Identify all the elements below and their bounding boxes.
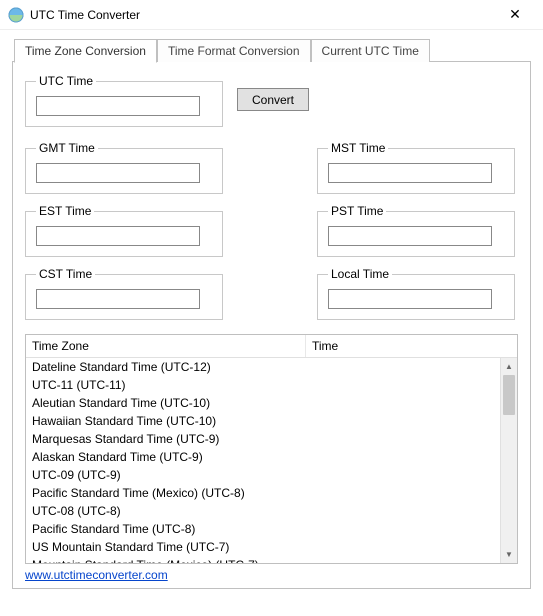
utc-time-label: UTC Time: [36, 74, 96, 88]
table-row[interactable]: Dateline Standard Time (UTC-12): [26, 358, 500, 376]
cell-time: [306, 448, 500, 466]
tab-current-utc-time[interactable]: Current UTC Time: [311, 39, 430, 62]
local-time-label: Local Time: [328, 267, 392, 281]
window-title: UTC Time Converter: [30, 8, 495, 22]
table-row[interactable]: Mountain Standard Time (Mexico) (UTC-7): [26, 556, 500, 563]
pst-time-group: PST Time: [317, 204, 515, 257]
cell-time: [306, 376, 500, 394]
cell-timezone: Aleutian Standard Time (UTC-10): [26, 394, 306, 412]
vertical-scrollbar[interactable]: ▲ ▼: [500, 358, 517, 563]
utc-time-group: UTC Time: [25, 74, 223, 127]
cell-time: [306, 394, 500, 412]
cell-timezone: Mountain Standard Time (Mexico) (UTC-7): [26, 556, 306, 563]
mst-time-label: MST Time: [328, 141, 388, 155]
cell-timezone: UTC-11 (UTC-11): [26, 376, 306, 394]
cell-timezone: Pacific Standard Time (Mexico) (UTC-8): [26, 484, 306, 502]
cell-timezone: Marquesas Standard Time (UTC-9): [26, 430, 306, 448]
gmt-time-label: GMT Time: [36, 141, 98, 155]
scroll-up-button[interactable]: ▲: [501, 358, 517, 375]
table-row[interactable]: UTC-09 (UTC-9): [26, 466, 500, 484]
tab-bar: Time Zone Conversion Time Format Convers…: [14, 38, 531, 62]
tab-time-format-conversion[interactable]: Time Format Conversion: [157, 39, 311, 62]
cell-time: [306, 484, 500, 502]
utc-time-input[interactable]: [36, 96, 200, 116]
table-row[interactable]: Hawaiian Standard Time (UTC-10): [26, 412, 500, 430]
timezone-listview[interactable]: Time Zone Time Dateline Standard Time (U…: [25, 334, 518, 564]
table-row[interactable]: UTC-08 (UTC-8): [26, 502, 500, 520]
convert-button[interactable]: Convert: [237, 88, 309, 111]
scroll-down-button[interactable]: ▼: [501, 546, 517, 563]
mst-time-input[interactable]: [328, 163, 492, 183]
close-button[interactable]: ✕: [495, 6, 535, 23]
table-row[interactable]: UTC-11 (UTC-11): [26, 376, 500, 394]
est-time-label: EST Time: [36, 204, 94, 218]
table-row[interactable]: Pacific Standard Time (Mexico) (UTC-8): [26, 484, 500, 502]
gmt-time-group: GMT Time: [25, 141, 223, 194]
cell-time: [306, 538, 500, 556]
table-row[interactable]: Pacific Standard Time (UTC-8): [26, 520, 500, 538]
cell-time: [306, 430, 500, 448]
cst-time-input[interactable]: [36, 289, 200, 309]
cell-time: [306, 412, 500, 430]
column-header-time[interactable]: Time: [306, 335, 517, 357]
column-header-timezone[interactable]: Time Zone: [26, 335, 306, 357]
tab-panel: UTC Time Convert GMT Time MST Time EST T…: [12, 61, 531, 589]
tab-time-zone-conversion[interactable]: Time Zone Conversion: [14, 39, 157, 63]
listview-body: Dateline Standard Time (UTC-12)UTC-11 (U…: [26, 358, 500, 563]
app-icon: [8, 7, 24, 23]
cell-timezone: Alaskan Standard Time (UTC-9): [26, 448, 306, 466]
table-row[interactable]: Alaskan Standard Time (UTC-9): [26, 448, 500, 466]
table-row[interactable]: Marquesas Standard Time (UTC-9): [26, 430, 500, 448]
local-time-input[interactable]: [328, 289, 492, 309]
cell-time: [306, 556, 500, 563]
local-time-group: Local Time: [317, 267, 515, 320]
cst-time-group: CST Time: [25, 267, 223, 320]
cell-timezone: Hawaiian Standard Time (UTC-10): [26, 412, 306, 430]
title-bar: UTC Time Converter ✕: [0, 0, 543, 30]
cell-time: [306, 466, 500, 484]
pst-time-input[interactable]: [328, 226, 492, 246]
est-time-group: EST Time: [25, 204, 223, 257]
cell-timezone: Dateline Standard Time (UTC-12): [26, 358, 306, 376]
footer-link[interactable]: www.utctimeconverter.com: [25, 568, 168, 582]
listview-header: Time Zone Time: [26, 335, 517, 358]
cell-timezone: Pacific Standard Time (UTC-8): [26, 520, 306, 538]
cst-time-label: CST Time: [36, 267, 95, 281]
scroll-thumb[interactable]: [503, 375, 515, 415]
scroll-track[interactable]: [501, 375, 517, 546]
gmt-time-input[interactable]: [36, 163, 200, 183]
cell-timezone: UTC-08 (UTC-8): [26, 502, 306, 520]
cell-time: [306, 358, 500, 376]
table-row[interactable]: US Mountain Standard Time (UTC-7): [26, 538, 500, 556]
table-row[interactable]: Aleutian Standard Time (UTC-10): [26, 394, 500, 412]
cell-timezone: UTC-09 (UTC-9): [26, 466, 306, 484]
pst-time-label: PST Time: [328, 204, 386, 218]
cell-time: [306, 502, 500, 520]
cell-time: [306, 520, 500, 538]
cell-timezone: US Mountain Standard Time (UTC-7): [26, 538, 306, 556]
est-time-input[interactable]: [36, 226, 200, 246]
client-area: Time Zone Conversion Time Format Convers…: [0, 30, 543, 593]
mst-time-group: MST Time: [317, 141, 515, 194]
